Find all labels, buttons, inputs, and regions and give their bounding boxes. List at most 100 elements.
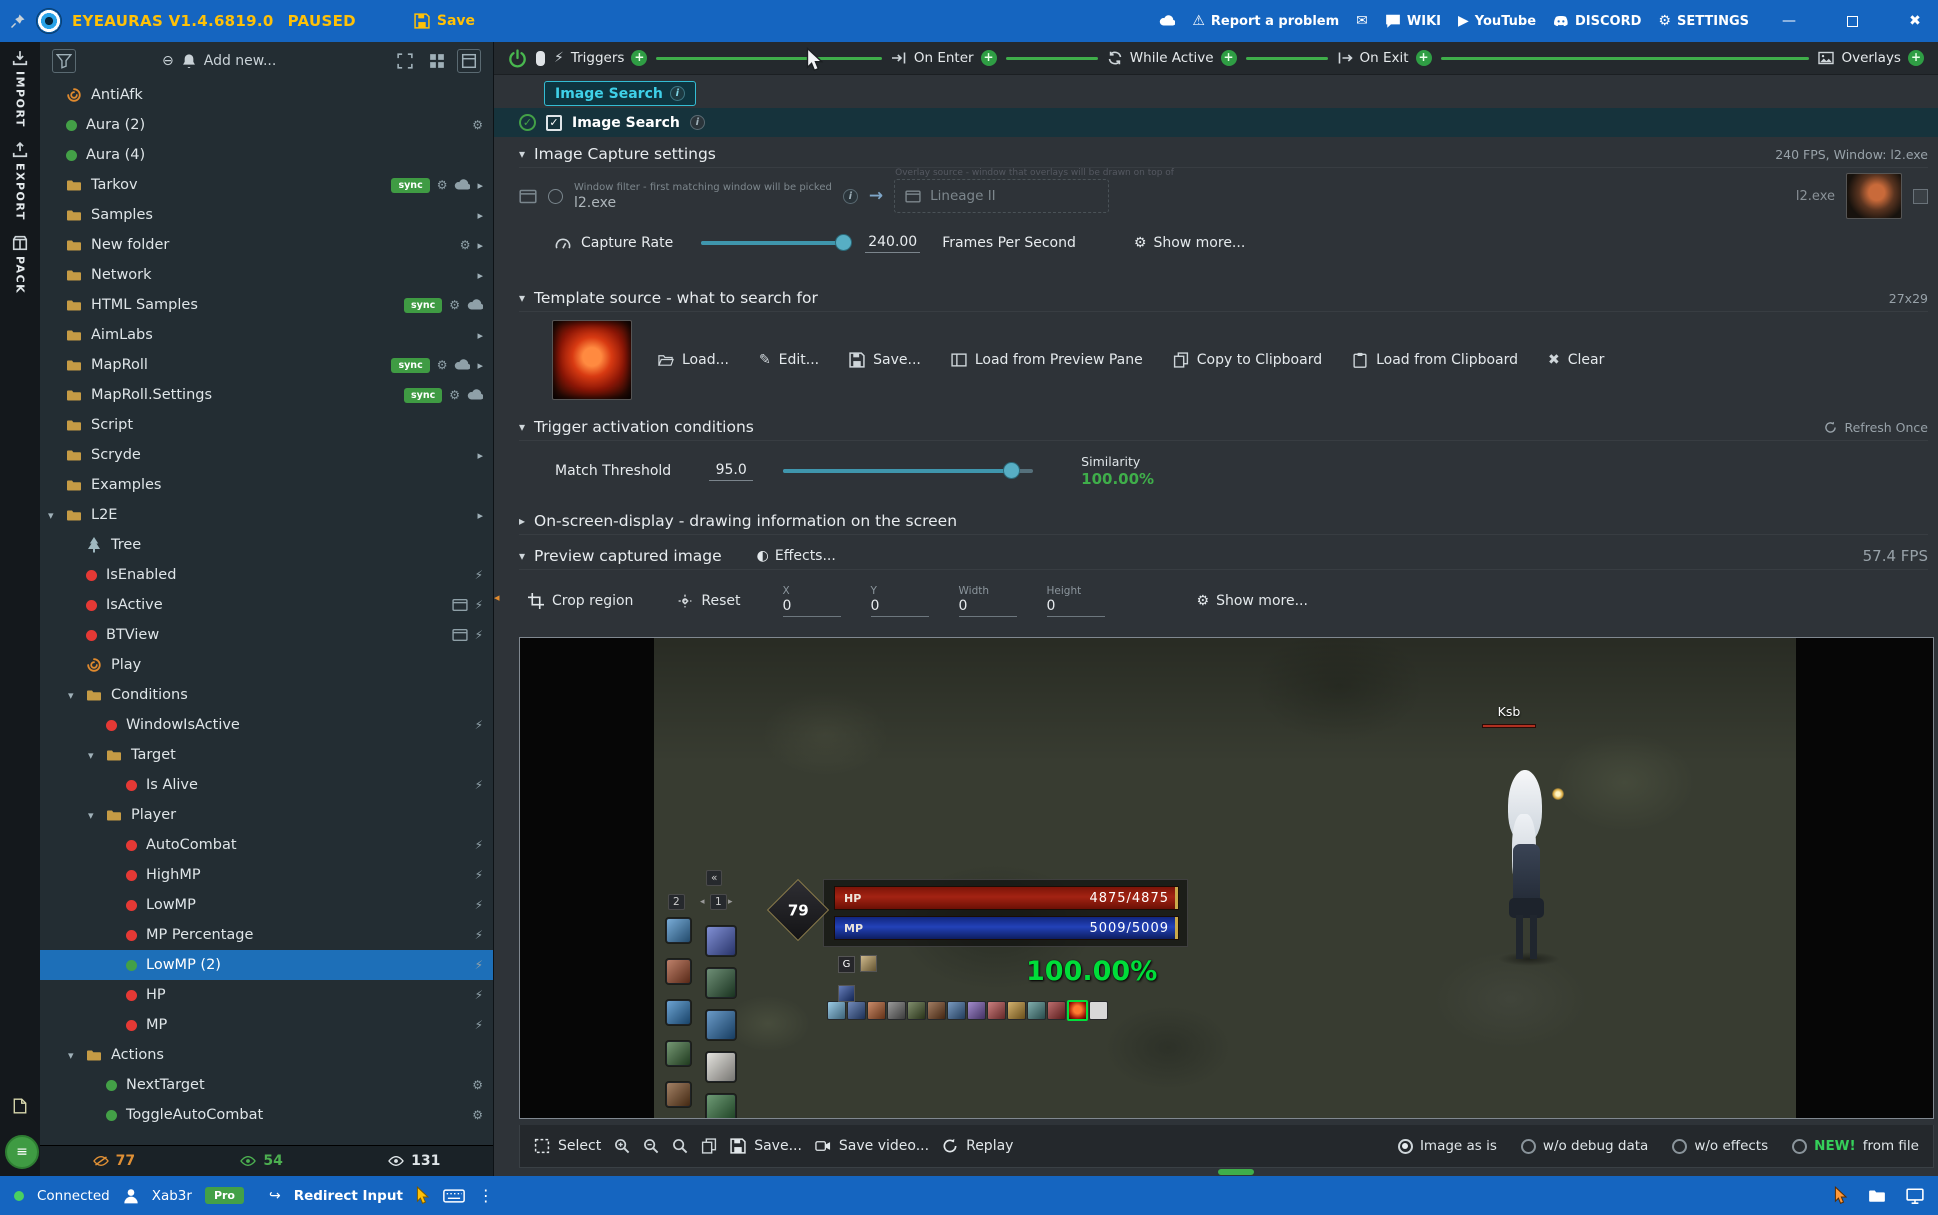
trigger-slot-on-exit[interactable]: On Exit+	[1337, 50, 1432, 66]
folder-icon[interactable]	[1868, 1188, 1886, 1203]
matched-template-icon[interactable]	[1067, 1000, 1088, 1021]
field-value[interactable]: 0	[959, 598, 1017, 617]
hotbar-icon[interactable]	[706, 1052, 736, 1082]
add-while-active-button[interactable]: +	[1221, 50, 1237, 66]
crop-field-y[interactable]: Y0	[871, 585, 929, 617]
settings-button[interactable]: ⚙SETTINGS	[1658, 14, 1749, 29]
tree-item-isenabled[interactable]: IsEnabled⚡	[40, 560, 493, 590]
hotbar-icon[interactable]	[666, 1000, 691, 1025]
power-icon[interactable]	[508, 49, 527, 68]
edit-button[interactable]: ✎Edit...	[759, 352, 819, 368]
doc-icon[interactable]	[12, 1098, 28, 1114]
copy-image-button[interactable]	[701, 1138, 717, 1154]
discord-button[interactable]: DISCORD	[1553, 13, 1641, 29]
tree-item-samples[interactable]: Samples▸	[40, 200, 493, 230]
save-video-button[interactable]: Save video...	[815, 1138, 929, 1154]
window-select-checkbox[interactable]	[1913, 189, 1928, 204]
overlay-source-field[interactable]: Overlay source - window that overlays wi…	[894, 179, 1109, 213]
page-arrow-icon[interactable]: ▸	[728, 897, 733, 907]
tree-item-is-alive[interactable]: Is Alive⚡	[40, 770, 493, 800]
tree-item-btview[interactable]: BTView⚡	[40, 620, 493, 650]
radio-from-file[interactable]: NEW!from file	[1792, 1138, 1919, 1154]
trigger-slot-while-active[interactable]: While Active+	[1107, 50, 1237, 66]
strip-import[interactable]: IMPORT	[12, 50, 28, 128]
section-image-capture-settings[interactable]: ▾ Image Capture settings 240 FPS, Window…	[519, 141, 1928, 168]
enable-toggle[interactable]	[536, 51, 545, 66]
tree-item-l2e[interactable]: ▾L2E▸	[40, 500, 493, 530]
tree-item-autocombat[interactable]: AutoCombat⚡	[40, 830, 493, 860]
wiki-button[interactable]: WIKI	[1385, 13, 1441, 29]
hotbar-icon[interactable]	[666, 1041, 691, 1066]
replay-button[interactable]: Replay	[942, 1138, 1013, 1154]
page-arrow-icon[interactable]: ◂	[700, 897, 705, 907]
close-button[interactable]: ✖	[1892, 0, 1938, 42]
template-image-thumbnail[interactable]	[552, 320, 632, 400]
tree-item-lowmp-2[interactable]: LowMP (2)⚡	[40, 950, 493, 980]
save-button[interactable]: Save...	[849, 352, 921, 368]
load-button[interactable]: Load...	[658, 352, 729, 368]
skill-icon[interactable]	[927, 1001, 946, 1020]
horizontal-scrollbar-thumb[interactable]	[1218, 1169, 1254, 1175]
slider-handle[interactable]	[1003, 462, 1020, 479]
skill-icon[interactable]	[947, 1001, 966, 1020]
cursor-icon[interactable]	[416, 1186, 430, 1205]
show-more-button[interactable]: ⚙Show more...	[1197, 593, 1308, 609]
tree-item-toggleautocombat[interactable]: ToggleAutoCombat⚙	[40, 1100, 493, 1130]
tree-item-network[interactable]: Network▸	[40, 260, 493, 290]
load-from-preview-pane-button[interactable]: Load from Preview Pane	[951, 352, 1143, 368]
preview-pane[interactable]: Ksb HP4875/4875 MP5009/5009 79 100.00% «…	[519, 637, 1934, 1119]
strip-export[interactable]: EXPORT	[12, 142, 28, 221]
hotbar-page-left[interactable]: 2	[668, 894, 685, 910]
hotbar-icon[interactable]	[706, 926, 736, 956]
clear-button[interactable]: ✖Clear	[1548, 352, 1604, 368]
cloud-sync-button[interactable]	[1159, 13, 1175, 29]
tree-item-antiafk[interactable]: AntiAfk	[40, 80, 493, 110]
tree-item-lowmp[interactable]: LowMP⚡	[40, 890, 493, 920]
effects-button[interactable]: ◐Effects...	[757, 548, 836, 564]
add-new-button[interactable]: ⊖ Add new...	[162, 53, 276, 69]
tree-item-maproll-settings[interactable]: MapRoll.Settingssync⚙	[40, 380, 493, 410]
info-icon[interactable]: i	[690, 115, 705, 130]
youtube-button[interactable]: ▶YouTube	[1458, 14, 1536, 29]
tab-image-search[interactable]: Image Search i	[544, 81, 696, 106]
field-value[interactable]: 0	[1047, 598, 1105, 617]
save-button[interactable]: Save	[414, 13, 475, 29]
minimize-button[interactable]: —	[1766, 0, 1812, 42]
skill-icon[interactable]	[907, 1001, 926, 1020]
tree-item-aura-2[interactable]: Aura (2)⚙	[40, 110, 493, 140]
hotbar-collapse-button[interactable]: «	[706, 870, 722, 886]
strip-pack[interactable]: PACK	[12, 235, 28, 294]
tree-item-script[interactable]: Script	[40, 410, 493, 440]
tree-item-nexttarget[interactable]: NextTarget⚙	[40, 1070, 493, 1100]
tree-item-conditions[interactable]: ▾Conditions	[40, 680, 493, 710]
tree-item-scryde[interactable]: Scryde▸	[40, 440, 493, 470]
zoom-in-button[interactable]	[614, 1138, 630, 1154]
skill-icon[interactable]	[1089, 1001, 1108, 1020]
crop-region-button[interactable]: Crop region	[528, 593, 633, 609]
skill-icon[interactable]	[847, 1001, 866, 1020]
monitor-icon[interactable]	[1906, 1188, 1924, 1204]
more-menu-icon[interactable]: ⋮	[478, 1188, 494, 1204]
reset-button[interactable]: Reset	[677, 593, 740, 609]
quick-menu-button[interactable]: ≡	[5, 1135, 39, 1169]
save-image-button[interactable]: Save...	[730, 1138, 802, 1154]
window-filter-field[interactable]: Window filter - first matching window wi…	[574, 182, 832, 211]
tree-item-maproll[interactable]: MapRollsync⚙▸	[40, 350, 493, 380]
hotbar-page-right[interactable]: 1	[710, 894, 727, 910]
tree-item-mp-percentage[interactable]: MP Percentage⚡	[40, 920, 493, 950]
radio-w-o-debug-data[interactable]: w/o debug data	[1521, 1138, 1648, 1154]
crop-field-x[interactable]: X0	[783, 585, 841, 617]
redirect-input-label[interactable]: Redirect Input	[294, 1188, 403, 1204]
capture-rate-value[interactable]: 240.00	[865, 234, 920, 253]
username-label[interactable]: Xab3r	[152, 1188, 192, 1204]
pin-icon[interactable]	[10, 13, 26, 29]
skill-icon[interactable]	[887, 1001, 906, 1020]
skill-icon[interactable]	[827, 1001, 846, 1020]
hotbar-icon[interactable]	[706, 1010, 736, 1040]
tree-item-tree[interactable]: Tree	[40, 530, 493, 560]
hotbar-icon[interactable]	[706, 968, 736, 998]
show-more-button[interactable]: ⚙Show more...	[1134, 235, 1245, 251]
field-value[interactable]: 0	[871, 598, 929, 617]
expand-all-button[interactable]	[393, 49, 417, 73]
tree-item-windowisactive[interactable]: WindowIsActive⚡	[40, 710, 493, 740]
